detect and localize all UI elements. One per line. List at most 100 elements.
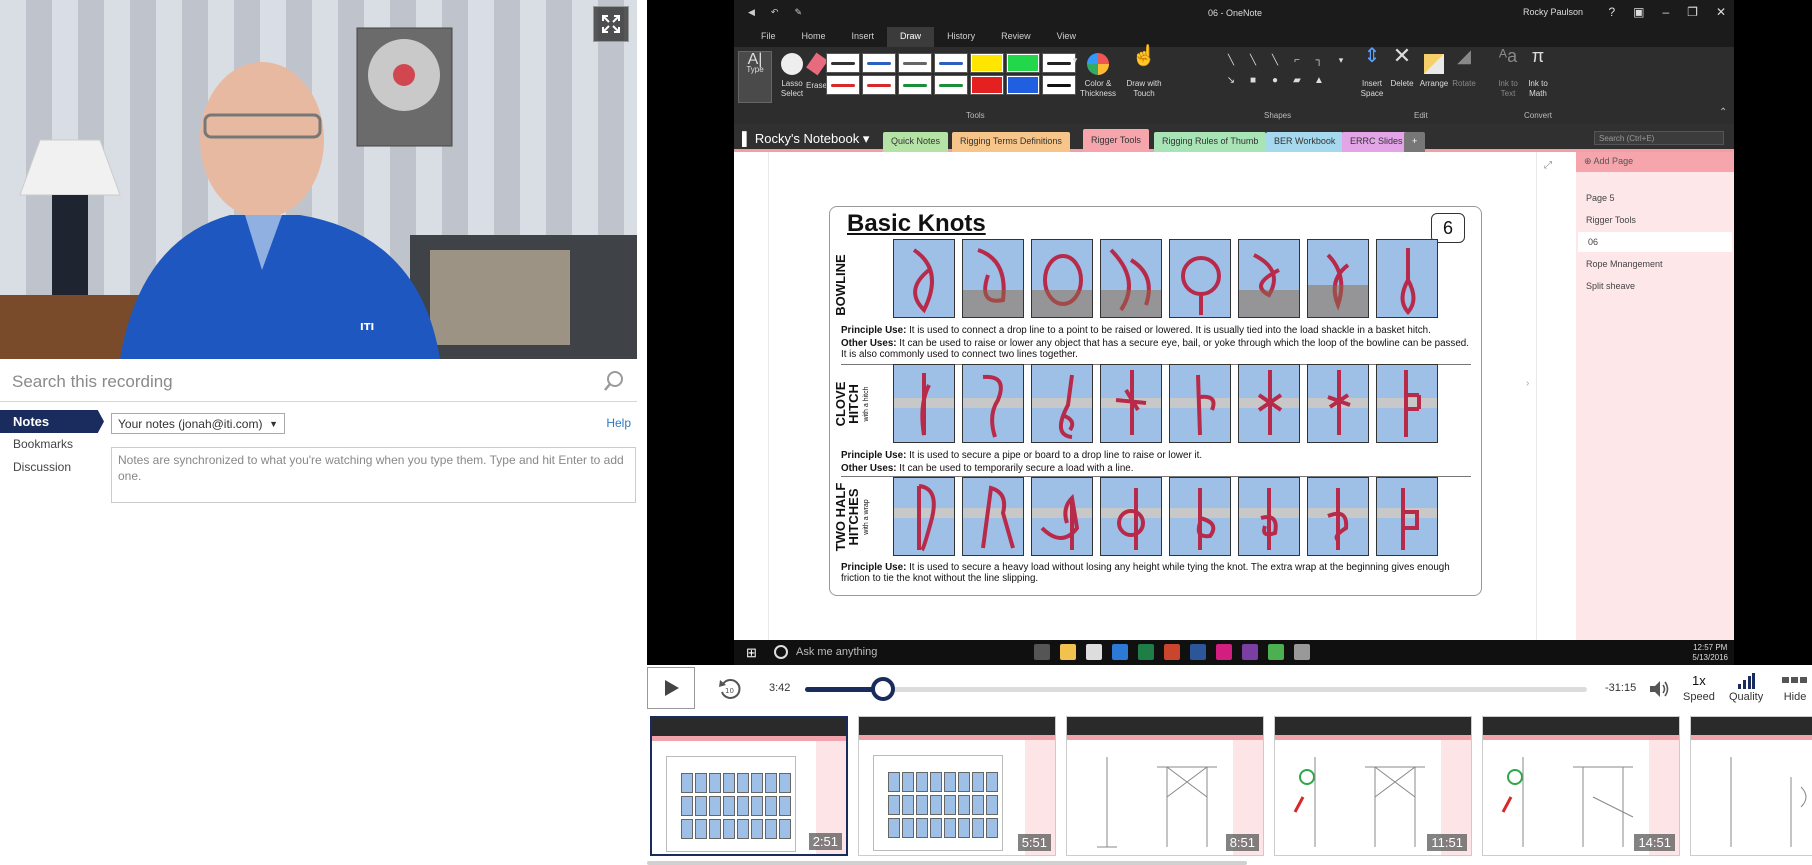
group-label-shapes: Shapes [1264, 111, 1292, 120]
maximize-icon: ❐ [1687, 5, 1698, 19]
app-root: ITI Notes Bookmarks Discussion Your note… [0, 0, 1812, 865]
triangle-shape-icon: ▲ [1314, 75, 1324, 86]
type-label: Type [746, 65, 764, 74]
hide-button[interactable]: Hide [1782, 673, 1808, 703]
knot-frames [893, 477, 1438, 556]
section-tab-quick-notes: Quick Notes [883, 132, 949, 152]
undo-icon: ↶ [770, 7, 779, 17]
rewind-10-button[interactable]: 10 [717, 676, 743, 702]
knot-name-text: BOWLINE [833, 254, 848, 316]
principle-text: It is used to secure a pipe or board to … [909, 450, 1203, 461]
windows-start-icon: ⊞ [746, 645, 757, 660]
color-thickness-label: Color & Thickness [1079, 79, 1116, 98]
search-icon[interactable] [603, 370, 625, 397]
thumbnail[interactable]: 5:51 [858, 716, 1056, 856]
delete-button: ✕ Delete [1384, 45, 1420, 89]
thumb-knots-sheet [666, 756, 796, 852]
speed-value: 1x [1692, 673, 1706, 688]
thumbnails-scrollbar[interactable] [647, 861, 1247, 865]
play-button[interactable] [647, 667, 695, 709]
knot-name: CLOVE HITCH with a hitch [833, 364, 873, 444]
knot-step-image [893, 364, 955, 443]
rotate-button: ◢ Rotate [1446, 47, 1482, 89]
thumb-timestamp: 14:51 [1634, 834, 1675, 851]
task-view-icon [1034, 644, 1050, 660]
thumbnail[interactable]: 2:51 [650, 716, 848, 856]
pen-swatch [826, 53, 860, 73]
thumb-ribbon [859, 717, 1055, 735]
knot-name: TWO HALF HITCHES with a wrap [833, 477, 873, 557]
current-time: 3:42 [769, 682, 791, 694]
search-input[interactable] [12, 368, 592, 396]
line-shape-icon: ╲ [1249, 55, 1257, 66]
remaining-time: -31:15 [1605, 682, 1637, 694]
svg-text:ITI: ITI [360, 322, 374, 333]
windows-taskbar: ⊞ Ask me anything 12:57 PM 5/13/2016 [734, 640, 1734, 665]
page-margin-line [768, 152, 769, 640]
excel-icon [1138, 644, 1154, 660]
knot-principle: Principle Use: It is used to connect a d… [841, 325, 1477, 336]
page-margin-line [1536, 152, 1537, 640]
type-cursor-icon: A| [747, 51, 763, 68]
section-tab-errc-slides: ERRC Slides [1342, 132, 1411, 152]
highlighter-swatch [1006, 75, 1040, 95]
screen-recording-video[interactable]: ◀ ↶ ✎ 06 - OneNote Rocky Paulson ? ▣ – ❐… [647, 0, 1812, 665]
onenote-search-box: Search (Ctrl+E) [1594, 131, 1724, 145]
pen-swatch [862, 75, 896, 95]
notebook-name: Rocky's Notebook [754, 131, 860, 146]
page-list-item: Rope Mnangement [1586, 259, 1663, 269]
other-label: Other Uses: [841, 463, 897, 474]
knot-step-image [1376, 239, 1438, 318]
page-list-item: Split sheave [1586, 281, 1636, 291]
notes-textarea[interactable]: Notes are synchronized to what you're wa… [111, 447, 636, 503]
tab-home: Home [801, 31, 826, 41]
add-page-label: Add Page [1593, 156, 1634, 166]
player-controls: 10 3:42 -31:15 1x Speed Quality Hide [647, 667, 1812, 709]
section-tab-rules-of-thumb: Rigging Rules of Thumb [1154, 132, 1267, 152]
knot-principle: Principle Use: It is used to secure a pi… [841, 450, 1477, 461]
knot-step-image [962, 239, 1024, 318]
other-label: Other Uses: [841, 338, 897, 349]
knot-subname: with a wrap [863, 499, 870, 535]
knot-frames [893, 364, 1438, 443]
quality-button[interactable]: Quality [1729, 673, 1763, 703]
side-nav: Notes Bookmarks Discussion [0, 410, 104, 479]
highlighter-swatch [970, 53, 1004, 73]
volume-button[interactable] [1648, 678, 1672, 700]
nav-item-notes[interactable]: Notes [0, 410, 104, 433]
app-icon [1216, 644, 1232, 660]
expand-icon[interactable] [593, 6, 629, 42]
chapter-thumbnails: 2:51 5:51 8:51 11:51 14:51 [647, 712, 1812, 865]
thumbnail[interactable]: 11:51 [1274, 716, 1472, 856]
knot-step-image [1169, 477, 1231, 556]
knot-step-image [1031, 364, 1093, 443]
webcam-video[interactable]: ITI [0, 0, 637, 359]
ink-math-label: Ink to Math [1528, 79, 1548, 98]
hide-label: Hide [1783, 691, 1807, 703]
seek-handle[interactable] [871, 677, 896, 701]
taskbar-apps [1034, 644, 1310, 660]
thumbnail[interactable] [1690, 716, 1812, 856]
speed-button[interactable]: 1x Speed [1683, 673, 1715, 703]
page-list-item: Page 5 [1586, 193, 1615, 203]
seek-bar[interactable] [805, 677, 1587, 701]
section-tabs-bar: ▌ Rocky's Notebook ▾ Quick Notes Rigging… [734, 124, 1734, 152]
page-list-item-selected: 06 [1578, 232, 1732, 252]
thumb-grid [888, 772, 998, 838]
nav-item-bookmarks[interactable]: Bookmarks [0, 433, 104, 456]
tab-draw: Draw [887, 27, 935, 47]
help-link[interactable]: Help [606, 416, 631, 430]
app-icon [1268, 644, 1284, 660]
thumb-knots-sheet [873, 755, 1003, 851]
lasso-label: Lasso Select [780, 79, 804, 98]
nav-item-discussion[interactable]: Discussion [0, 456, 104, 479]
thumb-grid [681, 773, 791, 839]
notes-scope-select[interactable]: Your notes (jonah@iti.com) ▼ [111, 413, 285, 434]
knot-name-text: TWO HALF HITCHES [833, 482, 861, 552]
thumbnail[interactable]: 14:51 [1482, 716, 1680, 856]
thumbnail[interactable]: 8:51 [1066, 716, 1264, 856]
thumb-sketch [1730, 757, 1807, 847]
volume-icon [1650, 681, 1669, 697]
lasso-icon [781, 53, 803, 75]
caret-down-icon: ▼ [269, 418, 278, 429]
